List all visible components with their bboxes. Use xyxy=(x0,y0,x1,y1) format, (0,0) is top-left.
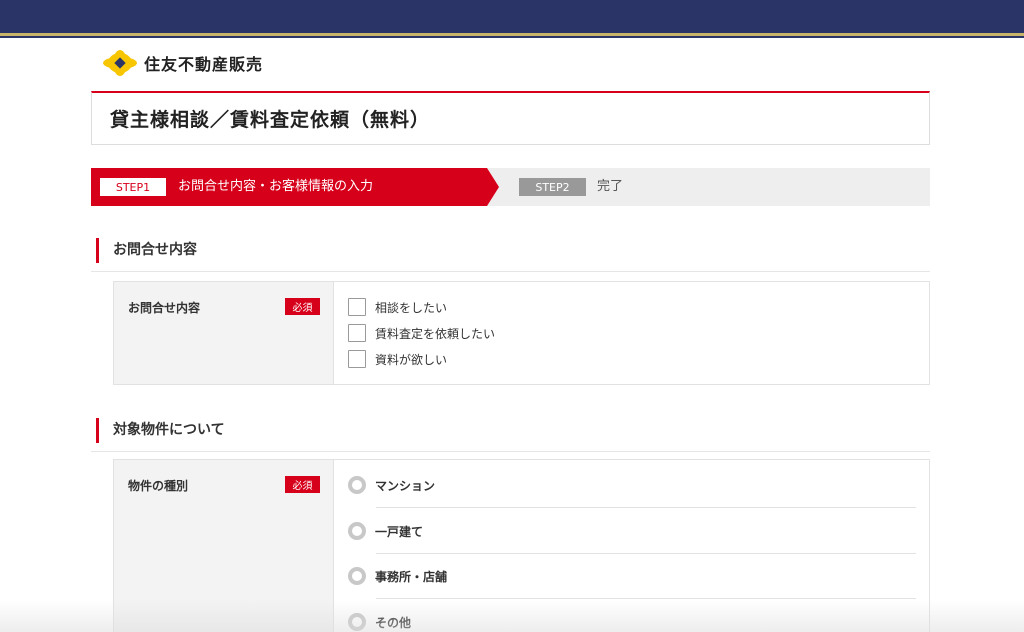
checkbox[interactable] xyxy=(348,350,366,368)
checkbox-option-documents[interactable]: 資料が欲しい xyxy=(348,350,447,368)
section-heading-property: 対象物件について xyxy=(91,418,930,452)
section-marker xyxy=(96,238,99,263)
checkbox-option-appraisal[interactable]: 賃料査定を依頼したい xyxy=(348,324,495,342)
field-label-cell: お問合せ内容 必須 xyxy=(114,282,334,384)
checkbox-label: 資料が欲しい xyxy=(375,352,448,367)
radio-button[interactable] xyxy=(348,522,366,540)
radio-option-mansion[interactable]: マンション xyxy=(348,462,915,508)
form-row-inquiry-type: お問合せ内容 必須 相談をしたい 賃料査定を依頼したい 資料が欲しい xyxy=(113,281,930,385)
section-title: お問合せ内容 xyxy=(113,242,197,258)
checkbox-label: 賃料査定を依頼したい xyxy=(375,326,496,341)
step2-badge: STEP2 xyxy=(519,178,586,196)
radio-label: マンション xyxy=(375,478,436,493)
step2-label: 完了 xyxy=(597,179,624,194)
step1-label: お問合せ内容・お客様情報の入力 xyxy=(178,179,374,194)
checkbox-label: 相談をしたい xyxy=(375,300,448,315)
radio-option-office-store[interactable]: 事務所・店舗 xyxy=(348,553,915,599)
radio-label: その他 xyxy=(375,615,412,630)
radio-label: 事務所・店舗 xyxy=(375,569,448,584)
field-label: 物件の種別 xyxy=(128,479,189,493)
checkbox[interactable] xyxy=(348,324,366,342)
radio-button[interactable] xyxy=(348,476,366,494)
section-heading-inquiry: お問合せ内容 xyxy=(91,238,930,272)
radio-button[interactable] xyxy=(348,567,366,585)
checkbox[interactable] xyxy=(348,298,366,316)
checkbox-option-consult[interactable]: 相談をしたい xyxy=(348,298,447,316)
page-title-box: 貸主様相談／賃料査定依頼（無料） xyxy=(91,91,930,145)
section-title: 対象物件について xyxy=(113,422,225,438)
form-row-property-type: 物件の種別 必須 マンション 一戸建て 事務所・店舗 その他 xyxy=(113,459,930,632)
step1-active: STEP1 お問合せ内容・お客様情報の入力 xyxy=(91,168,499,206)
required-badge: 必須 xyxy=(285,298,320,315)
brand-logo[interactable]: 住友不動産販売 xyxy=(102,49,263,77)
step1-badge: STEP1 xyxy=(100,178,166,196)
step-indicator: STEP1 お問合せ内容・お客様情報の入力 STEP2 完了 xyxy=(91,168,930,206)
page-title: 貸主様相談／賃料査定依頼（無料） xyxy=(110,109,431,131)
radio-option-other[interactable]: その他 xyxy=(348,599,915,632)
required-badge: 必須 xyxy=(285,476,320,493)
field-label-cell: 物件の種別 必須 xyxy=(114,460,334,632)
logo-flower-icon xyxy=(102,49,138,77)
radio-button[interactable] xyxy=(348,613,366,631)
logo-text: 住友不動産販売 xyxy=(144,55,264,74)
radio-label: 一戸建て xyxy=(375,524,424,539)
field-label: お問合せ内容 xyxy=(128,301,201,315)
top-divider xyxy=(0,36,1024,38)
radio-option-house[interactable]: 一戸建て xyxy=(348,508,915,554)
section-marker xyxy=(96,418,99,443)
top-navigation-bar xyxy=(0,0,1024,33)
